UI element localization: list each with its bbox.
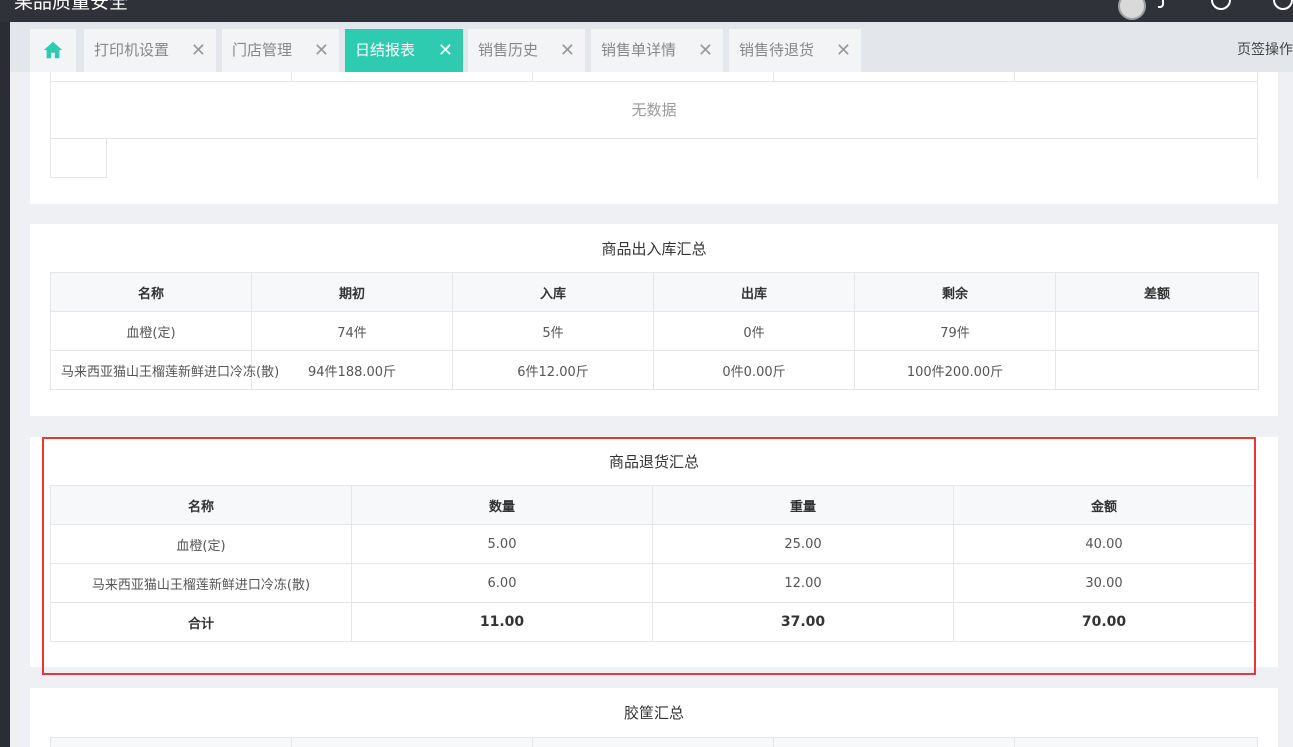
- left-sidebar-strip: [0, 0, 10, 747]
- column-header: 名称: [50, 272, 252, 312]
- table-cell: [1055, 311, 1259, 351]
- highlight-box: [42, 437, 1256, 675]
- table-cell: 0件0.00斤: [653, 350, 855, 390]
- tab-label: 销售待退货: [739, 41, 815, 59]
- column-header: 入库: [452, 272, 654, 312]
- table-cell: [1055, 350, 1259, 390]
- table-cell: 94件188.00斤: [251, 350, 453, 390]
- close-icon[interactable]: ✕: [836, 29, 851, 72]
- avatar[interactable]: [1118, 0, 1146, 20]
- power-icon[interactable]: [1273, 0, 1293, 10]
- user-name-fragment[interactable]: [1158, 0, 1164, 8]
- empty-table-header-remnant: [50, 72, 1258, 82]
- table-cell: 0件: [653, 311, 855, 351]
- table-cell: 79件: [854, 311, 1056, 351]
- tab-sales-order-detail[interactable]: 销售单详情 ✕: [591, 29, 723, 72]
- tab-store-management[interactable]: 门店管理 ✕: [222, 29, 339, 72]
- top-header: 果品质量安全: [0, 0, 1293, 22]
- empty-table-right-edge: [1257, 139, 1258, 178]
- tab-label: 销售历史: [478, 41, 539, 59]
- stock-summary-panel: 商品出入库汇总 名称 期初 入库 出库 剩余 差额 血橙(定) 74件 5件 0…: [30, 224, 1278, 416]
- table-row: 血橙(定) 74件 5件 0件 79件: [50, 311, 1259, 351]
- tab-bar: 打印机设置 ✕ 门店管理 ✕ 日结报表 ✕ 销售历史 ✕ 销售单详情 ✕ 销售待…: [10, 22, 1293, 72]
- table-cell: 血橙(定): [50, 311, 252, 351]
- tab-daily-report[interactable]: 日结报表 ✕: [345, 29, 463, 72]
- tab-label: 日结报表: [355, 41, 416, 59]
- close-icon[interactable]: ✕: [191, 29, 206, 72]
- page-tab-operations[interactable]: 页签操作: [1237, 39, 1293, 59]
- table-row: 马来西亚猫山王榴莲新鲜进口冷冻(散) 94件188.00斤 6件12.00斤 0…: [50, 350, 1259, 390]
- table-cell: 5件: [452, 311, 654, 351]
- crate-summary-panel: 胶筐汇总: [30, 688, 1278, 747]
- table-cell: 6件12.00斤: [452, 350, 654, 390]
- app-title: 果品质量安全: [14, 0, 129, 13]
- tab-printer-settings[interactable]: 打印机设置 ✕: [84, 29, 216, 72]
- table-cell: 74件: [251, 311, 453, 351]
- tab-sales-pending-return[interactable]: 销售待退货 ✕: [729, 29, 861, 72]
- close-icon[interactable]: ✕: [438, 29, 453, 72]
- stock-summary-table: 名称 期初 入库 出库 剩余 差额 血橙(定) 74件 5件 0件 79件 马来…: [50, 272, 1259, 390]
- close-icon[interactable]: ✕: [560, 29, 575, 72]
- info-icon[interactable]: [1211, 0, 1231, 10]
- empty-state-row: 无数据: [50, 82, 1258, 139]
- table-header-row: 名称 期初 入库 出库 剩余 差额: [50, 272, 1259, 312]
- column-header: 期初: [251, 272, 453, 312]
- column-header: 出库: [653, 272, 855, 312]
- tab-sales-history[interactable]: 销售历史 ✕: [468, 29, 585, 72]
- column-header: 剩余: [854, 272, 1056, 312]
- tab-label: 门店管理: [232, 41, 293, 59]
- tab-label: 打印机设置: [94, 41, 170, 59]
- empty-table-panel: 无数据: [30, 72, 1278, 204]
- close-icon[interactable]: ✕: [698, 29, 713, 72]
- table-cell: 100件200.00斤: [854, 350, 1056, 390]
- crate-summary-title: 胶筐汇总: [623, 704, 684, 722]
- empty-table-footer-cell: [50, 139, 107, 178]
- stock-summary-title: 商品出入库汇总: [601, 240, 707, 258]
- tab-home[interactable]: [30, 29, 76, 72]
- close-icon[interactable]: ✕: [314, 29, 329, 72]
- empty-state-text: 无数据: [631, 101, 677, 119]
- table-cell: 马来西亚猫山王榴莲新鲜进口冷冻(散): [50, 350, 279, 390]
- crate-summary-table-top: [50, 737, 1258, 747]
- home-icon: [43, 41, 63, 59]
- column-header: 差额: [1055, 272, 1259, 312]
- tab-label: 销售单详情: [601, 41, 677, 59]
